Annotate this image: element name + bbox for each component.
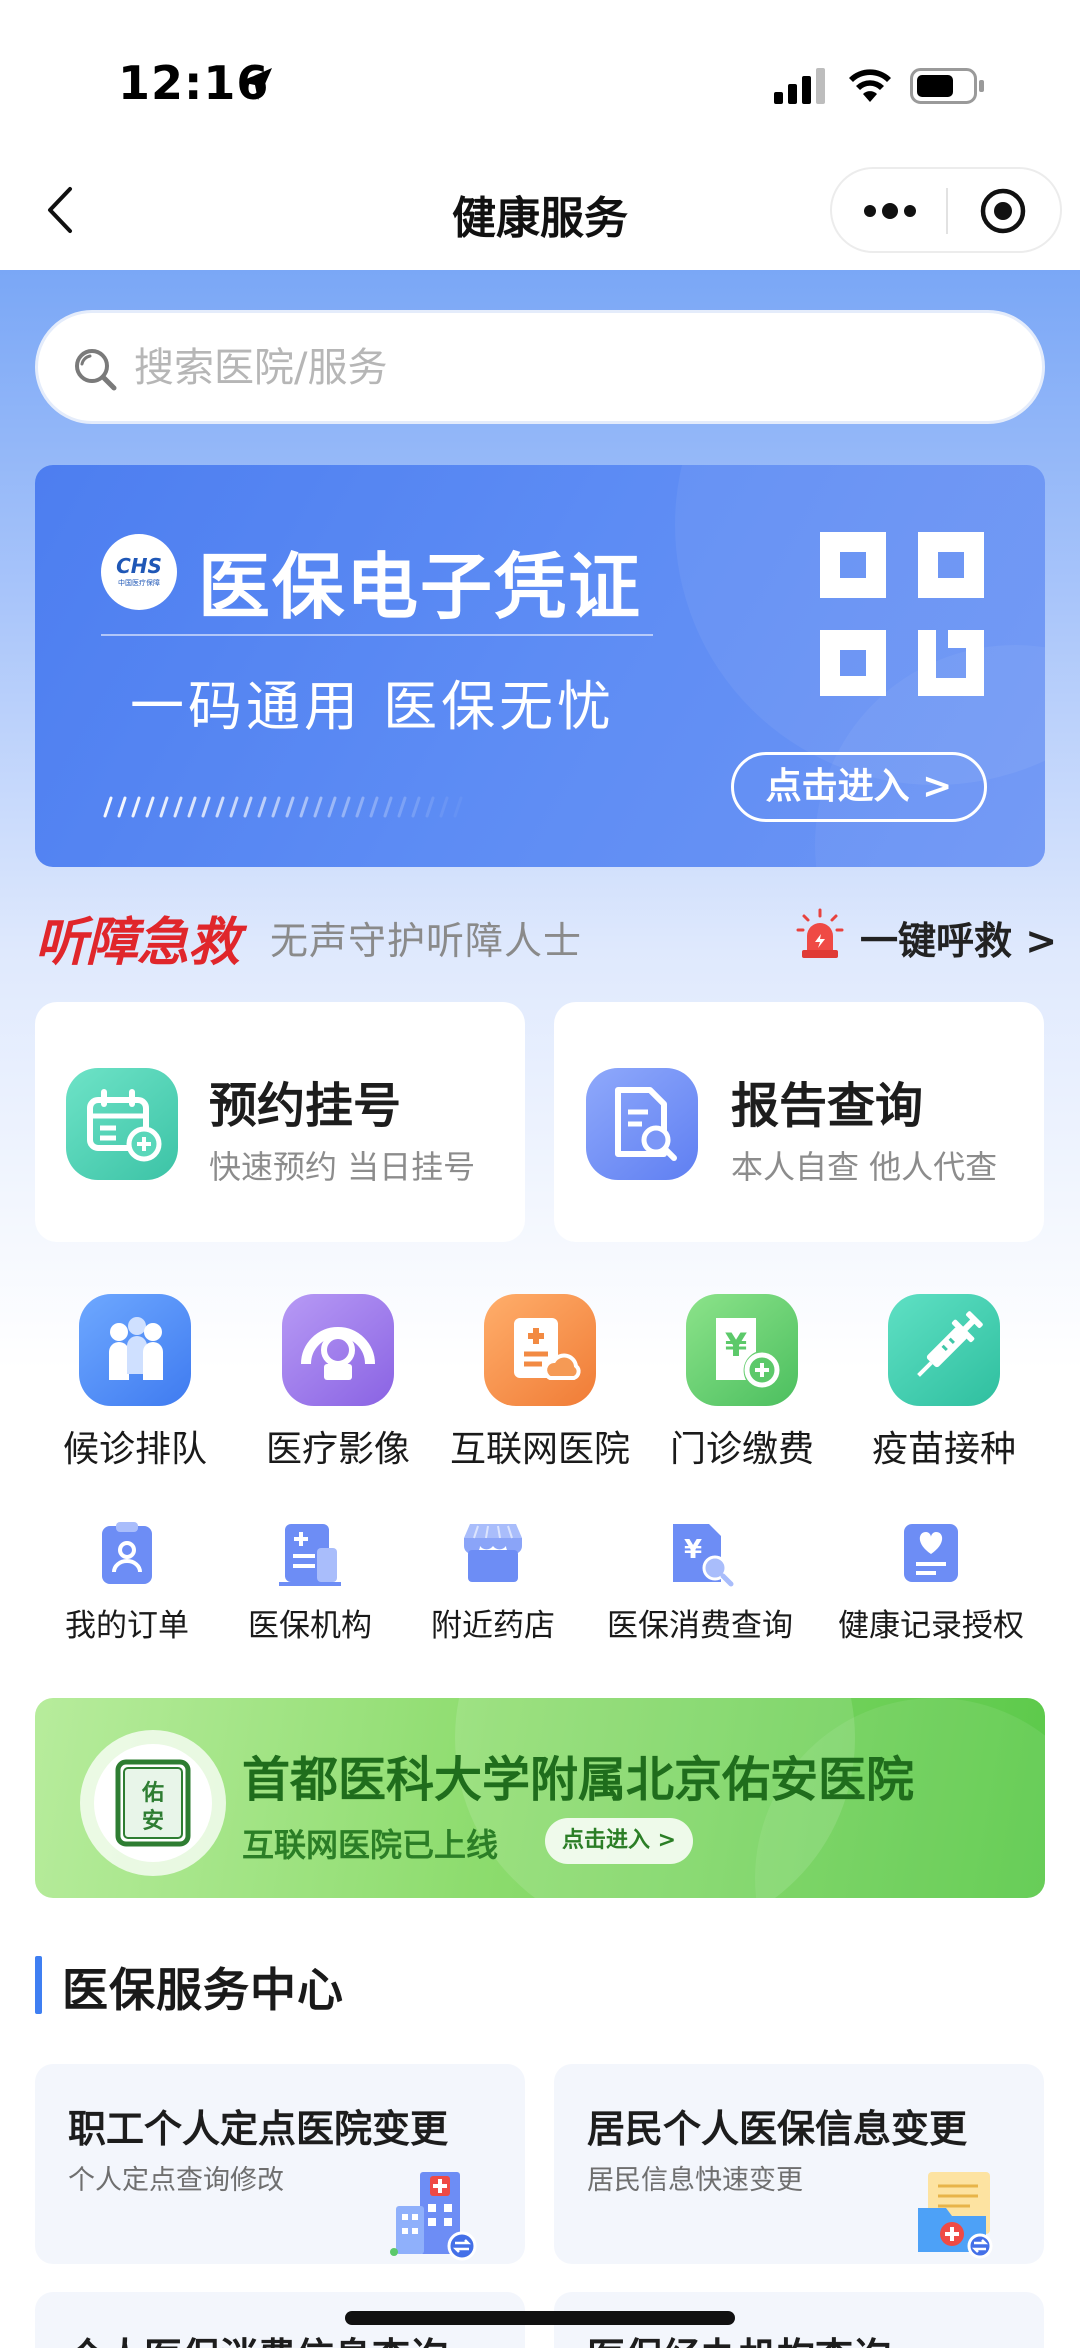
appointment-title: 预约挂号 bbox=[209, 1078, 402, 1134]
order-icon[interactable] bbox=[92, 1518, 162, 1588]
consumption-query-label[interactable]: 医保消费查询 bbox=[585, 1600, 815, 1645]
close-target-icon[interactable] bbox=[978, 186, 1028, 236]
banner-title: 医保电子凭证 bbox=[198, 545, 643, 629]
battery-icon bbox=[910, 68, 984, 104]
service-queue-label[interactable]: 候诊排队 bbox=[35, 1420, 235, 1472]
health-record-label[interactable]: 健康记录授权 bbox=[816, 1600, 1046, 1645]
service-vaccine-label[interactable]: 疫苗接种 bbox=[844, 1420, 1044, 1472]
medical-folder-icon bbox=[918, 2172, 993, 2259]
banner-divider bbox=[101, 634, 653, 636]
pharmacy-store-icon[interactable] bbox=[458, 1518, 528, 1588]
service-payment-label[interactable]: 门诊缴费 bbox=[642, 1420, 842, 1472]
cellular-signal-icon bbox=[774, 68, 825, 104]
hearing-emergency-desc: 无声守护听障人士 bbox=[270, 919, 583, 963]
search-icon bbox=[75, 349, 117, 391]
svg-text:佑: 佑 bbox=[141, 1780, 164, 1806]
svg-text:¥: ¥ bbox=[684, 1535, 702, 1565]
outpatient-payment-icon[interactable]: ¥ bbox=[686, 1294, 798, 1406]
health-record-icon[interactable] bbox=[896, 1518, 966, 1588]
alarm-siren-icon[interactable] bbox=[796, 908, 844, 960]
more-dots-icon[interactable] bbox=[860, 192, 920, 230]
banner-subtitle: 一码通用 医保无忧 bbox=[130, 675, 616, 738]
queue-people-icon[interactable] bbox=[79, 1294, 191, 1406]
home-indicator[interactable] bbox=[345, 2311, 735, 2325]
section-title: 医保服务中心 bbox=[62, 1963, 344, 2017]
wifi-icon bbox=[849, 69, 891, 102]
internet-hospital-icon[interactable] bbox=[484, 1294, 596, 1406]
employee-hospital-change-subtitle: 个人定点查询修改 bbox=[68, 2165, 284, 2196]
report-query-title: 报告查询 bbox=[731, 1078, 924, 1134]
calendar-add-icon bbox=[66, 1068, 178, 1180]
hospital-title: 首都医科大学附属北京佑安医院 bbox=[242, 1752, 915, 1808]
chs-logo-text: CHS bbox=[116, 554, 162, 578]
qr-code-icon bbox=[820, 532, 984, 696]
medical-imaging-icon[interactable] bbox=[282, 1294, 394, 1406]
banner-stripes-decoration bbox=[103, 796, 463, 818]
banner-enter-button[interactable]: 点击进入 > bbox=[731, 752, 987, 822]
chs-logo-subtext: 中国医疗保障 bbox=[118, 579, 160, 587]
report-query-subtitle: 本人自查 他人代查 bbox=[731, 1148, 998, 1186]
one-key-call-button[interactable]: 一键呼救 > bbox=[860, 910, 1057, 965]
service-internet-hospital-label[interactable]: 互联网医院 bbox=[440, 1420, 640, 1472]
svg-text:安: 安 bbox=[142, 1808, 164, 1834]
hospital-subtitle: 互联网医院已上线 bbox=[242, 1826, 499, 1864]
resident-info-change-title: 居民个人医保信息变更 bbox=[587, 2107, 968, 2151]
nearby-pharmacy-label[interactable]: 附近药店 bbox=[378, 1600, 608, 1645]
hospital-enter-button[interactable]: 点击进入 > bbox=[545, 1818, 693, 1864]
resident-info-change-subtitle: 居民信息快速变更 bbox=[587, 2165, 803, 2196]
report-search-icon bbox=[586, 1068, 698, 1180]
consumption-query-icon[interactable]: ¥ bbox=[665, 1518, 735, 1588]
appointment-subtitle: 快速预约 当日挂号 bbox=[209, 1148, 476, 1186]
agency-query-title: 医保经办机构查询 bbox=[587, 2326, 891, 2348]
insurance-agency-icon[interactable] bbox=[275, 1518, 345, 1588]
employee-hospital-change-title: 职工个人定点医院变更 bbox=[68, 2107, 449, 2151]
consumption-info-title: 个人医保消费信息查询 bbox=[68, 2326, 448, 2348]
search-input[interactable] bbox=[134, 334, 954, 402]
svg-text:¥: ¥ bbox=[725, 1326, 747, 1364]
hearing-emergency-brand: 听障急救 bbox=[35, 913, 240, 973]
capsule-divider bbox=[946, 188, 948, 234]
service-imaging-label[interactable]: 医疗影像 bbox=[238, 1420, 438, 1472]
hospital-building-icon bbox=[390, 2172, 477, 2261]
location-arrow-icon bbox=[240, 68, 272, 100]
hospital-logo: 佑 安 bbox=[94, 1744, 212, 1862]
vaccine-syringe-icon[interactable] bbox=[888, 1294, 1000, 1406]
section-accent-bar bbox=[35, 1956, 42, 2014]
